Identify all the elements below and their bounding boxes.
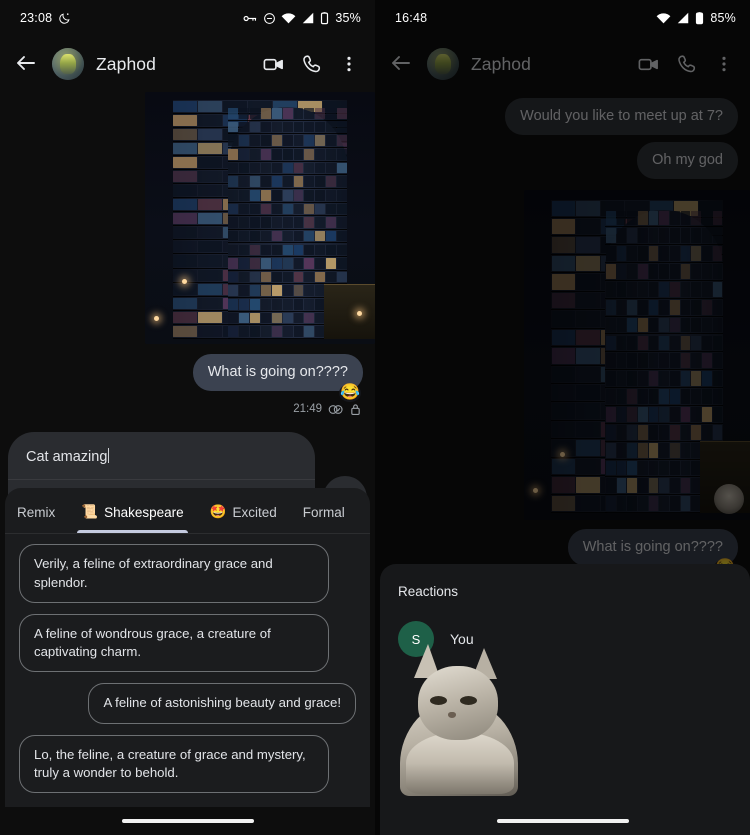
photo-message-row bbox=[0, 92, 375, 344]
message-input[interactable]: Cat amazing bbox=[8, 432, 315, 479]
battery-percent: 85% bbox=[710, 11, 736, 25]
read-receipt-icon bbox=[328, 403, 344, 416]
photo-attachment-building[interactable] bbox=[145, 92, 375, 344]
wifi-icon bbox=[281, 12, 296, 24]
tab-label: Shakespeare bbox=[104, 504, 184, 520]
battery-icon bbox=[320, 11, 329, 25]
status-bar-clock: 16:48 bbox=[395, 11, 428, 25]
home-gesture-pill[interactable] bbox=[121, 819, 254, 823]
message-row-outgoing: Oh my god bbox=[375, 141, 750, 179]
tab-label: Formal bbox=[302, 504, 345, 520]
back-arrow-icon[interactable] bbox=[14, 51, 40, 77]
reactions-title: Reactions bbox=[398, 584, 459, 599]
message-bubble[interactable]: What is going on???? bbox=[567, 528, 738, 566]
message-input-value: Cat amazing bbox=[26, 449, 108, 465]
suggestion-chip[interactable]: A feline of wondrous grace, a creature o… bbox=[19, 613, 329, 673]
message-meta-row: 21:49 bbox=[0, 403, 375, 416]
message-bubble[interactable]: Would you like to meet up at 7? bbox=[505, 98, 738, 135]
cell-signal-icon bbox=[676, 12, 690, 24]
message-row-outgoing: Would you like to meet up at 7? bbox=[375, 98, 750, 135]
photo-attachment-building[interactable] bbox=[524, 189, 750, 520]
moon-icon bbox=[58, 12, 71, 25]
cell-signal-icon bbox=[301, 12, 315, 24]
message-bubble[interactable]: What is going on???? bbox=[192, 354, 363, 391]
message-timestamp: 21:49 bbox=[293, 403, 322, 416]
overflow-menu-icon[interactable] bbox=[714, 54, 734, 74]
right-phone-screen: 16:48 85% Zaphod Would you like to meet … bbox=[375, 0, 750, 835]
suggestion-tabs: Remix 📜 Shakespeare 🤩 Excited Formal bbox=[5, 490, 370, 534]
star-struck-icon: 🤩 bbox=[209, 504, 227, 520]
message-row-outgoing: What is going on???? 😂 bbox=[0, 354, 375, 402]
contact-name[interactable]: Zaphod bbox=[96, 54, 250, 75]
cat-sticker-overlay bbox=[714, 483, 744, 514]
navigation-bar bbox=[0, 807, 375, 835]
status-bar: 16:48 85% bbox=[375, 0, 750, 36]
suggestion-chip[interactable]: Lo, the feline, a creature of grace and … bbox=[19, 734, 329, 793]
tab-label: Excited bbox=[232, 504, 277, 520]
wifi-icon bbox=[656, 12, 671, 24]
phone-call-icon[interactable] bbox=[301, 53, 323, 75]
photo-message-row bbox=[375, 189, 750, 520]
tab-remix[interactable]: Remix bbox=[17, 491, 55, 533]
battery-icon bbox=[695, 11, 704, 25]
video-call-icon[interactable] bbox=[262, 53, 285, 76]
home-gesture-pill[interactable] bbox=[496, 819, 629, 823]
conversation-thread: What is going on???? 😂 21:49 bbox=[0, 92, 375, 416]
do-not-disturb-icon bbox=[263, 12, 276, 25]
left-phone-screen: 23:08 35% Zaphod What is going on???? 😂 … bbox=[0, 0, 375, 835]
vpn-key-icon bbox=[243, 13, 258, 24]
tab-shakespeare[interactable]: 📜 Shakespeare bbox=[77, 490, 189, 534]
back-arrow-icon[interactable] bbox=[389, 51, 415, 77]
status-bar-clock: 23:08 bbox=[20, 11, 53, 25]
tab-label: Remix bbox=[17, 504, 56, 520]
navigation-bar bbox=[375, 807, 750, 835]
suggestion-chip[interactable]: Verily, a feline of extraordinary grace … bbox=[19, 544, 329, 603]
suggestion-chip[interactable]: A feline of astonishing beauty and grace… bbox=[88, 683, 356, 724]
reactions-bottom-sheet: Reactions S You bbox=[380, 564, 750, 835]
contact-avatar[interactable] bbox=[52, 48, 84, 80]
conversation-thread: Would you like to meet up at 7? Oh my go… bbox=[375, 98, 750, 577]
battery-percent: 35% bbox=[335, 11, 361, 25]
suggestion-list: Verily, a feline of extraordinary grace … bbox=[5, 534, 370, 807]
contact-avatar[interactable] bbox=[427, 48, 459, 80]
status-bar: 23:08 35% bbox=[0, 0, 375, 36]
tab-excited[interactable]: 🤩 Excited bbox=[210, 490, 277, 533]
overflow-menu-icon[interactable] bbox=[339, 54, 359, 74]
contact-name[interactable]: Zaphod bbox=[471, 54, 625, 75]
dual-screenshot-comparison: 23:08 35% Zaphod What is going on???? 😂 … bbox=[0, 0, 750, 835]
smart-reply-suggestion-panel: Remix 📜 Shakespeare 🤩 Excited Formal Ver… bbox=[5, 488, 370, 807]
message-row-outgoing: What is going on???? 😂 bbox=[375, 528, 750, 577]
message-bubble[interactable]: Oh my god bbox=[637, 141, 738, 179]
message-reaction-emoji[interactable]: 😂 bbox=[339, 383, 361, 402]
tab-formal[interactable]: Formal bbox=[303, 491, 345, 533]
phone-call-icon[interactable] bbox=[676, 53, 698, 75]
video-call-icon[interactable] bbox=[637, 53, 660, 76]
conversation-app-bar: Zaphod bbox=[375, 36, 750, 92]
conversation-app-bar: Zaphod bbox=[0, 36, 375, 92]
lock-icon bbox=[350, 403, 361, 416]
scroll-icon: 📜 bbox=[81, 504, 99, 520]
cat-sticker bbox=[400, 644, 525, 796]
